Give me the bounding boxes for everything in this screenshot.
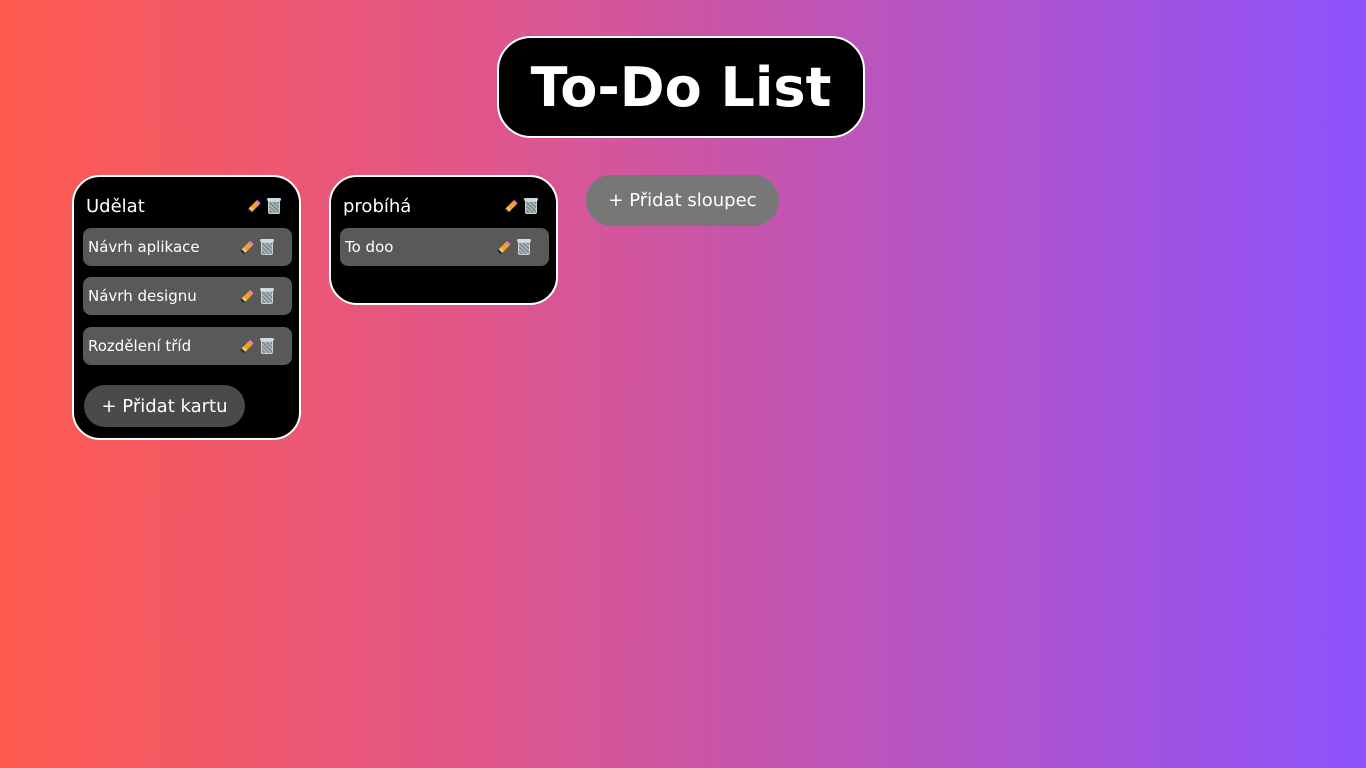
card-actions	[239, 238, 276, 256]
card[interactable]: Návrh aplikace	[83, 228, 292, 266]
card-actions	[239, 287, 276, 305]
pencil-icon[interactable]	[496, 238, 514, 256]
page-title-box: To-Do List	[497, 36, 865, 138]
column-header: probíhá	[343, 194, 540, 218]
pencil-icon[interactable]	[239, 287, 257, 305]
column-udelat: Udělat Návrh aplikace Návrh designu Rozd…	[72, 175, 301, 440]
pencil-icon[interactable]	[239, 238, 257, 256]
card[interactable]: Návrh designu	[83, 277, 292, 315]
pencil-icon[interactable]	[246, 197, 264, 215]
trash-icon[interactable]	[522, 197, 540, 215]
pencil-icon[interactable]	[239, 337, 257, 355]
card-label: Návrh aplikace	[88, 238, 200, 256]
card-label: To doo	[345, 238, 394, 256]
card[interactable]: To doo	[340, 228, 549, 266]
card-actions	[239, 337, 276, 355]
trash-icon[interactable]	[265, 197, 283, 215]
trash-icon[interactable]	[258, 337, 276, 355]
card[interactable]: Rozdělení tříd	[83, 327, 292, 365]
column-actions	[503, 197, 540, 215]
trash-icon[interactable]	[515, 238, 533, 256]
column-actions	[246, 197, 283, 215]
pencil-icon[interactable]	[503, 197, 521, 215]
column-title: Udělat	[86, 195, 145, 217]
column-header: Udělat	[86, 194, 283, 218]
column-title: probíhá	[343, 195, 412, 217]
card-label: Rozdělení tříd	[88, 337, 192, 355]
add-column-button[interactable]: + Přidat sloupec	[586, 175, 779, 226]
trash-icon[interactable]	[258, 238, 276, 256]
column-probiha: probíhá To doo	[329, 175, 558, 305]
trash-icon[interactable]	[258, 287, 276, 305]
page-title: To-Do List	[530, 55, 832, 119]
add-card-button[interactable]: + Přidat kartu	[84, 385, 245, 427]
card-label: Návrh designu	[88, 287, 197, 305]
card-actions	[496, 238, 533, 256]
